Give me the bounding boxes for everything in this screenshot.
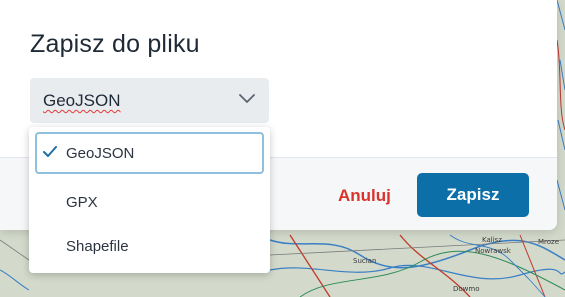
checkmark-icon <box>43 146 57 157</box>
dialog-title: Zapisz do pliku <box>30 30 200 58</box>
option-shapefile[interactable]: Shapefile <box>35 225 264 267</box>
cancel-button[interactable]: Anuluj <box>338 186 391 206</box>
option-gpx[interactable]: GPX <box>35 181 264 223</box>
option-geojson[interactable]: GeoJSON <box>35 132 264 174</box>
map-label-dowmo: Dowmo <box>453 285 480 293</box>
format-select-value: GeoJSON <box>43 91 121 110</box>
option-label: GeoJSON <box>66 145 135 162</box>
map-label-sucian: Sucian <box>353 257 377 265</box>
chevron-down-icon <box>239 94 255 103</box>
map-label-nowrawsk: Nowrawsk <box>475 247 511 255</box>
map-label-mroze: Mroze <box>538 238 560 246</box>
format-dropdown-menu: GeoJSON GPX Shapefile <box>29 127 270 273</box>
format-select[interactable]: GeoJSON <box>30 78 269 123</box>
map-label-kalisz: Kalisz <box>482 236 502 244</box>
option-label: Shapefile <box>66 238 129 255</box>
option-label: GPX <box>66 194 98 211</box>
save-button[interactable]: Zapisz <box>417 173 529 217</box>
